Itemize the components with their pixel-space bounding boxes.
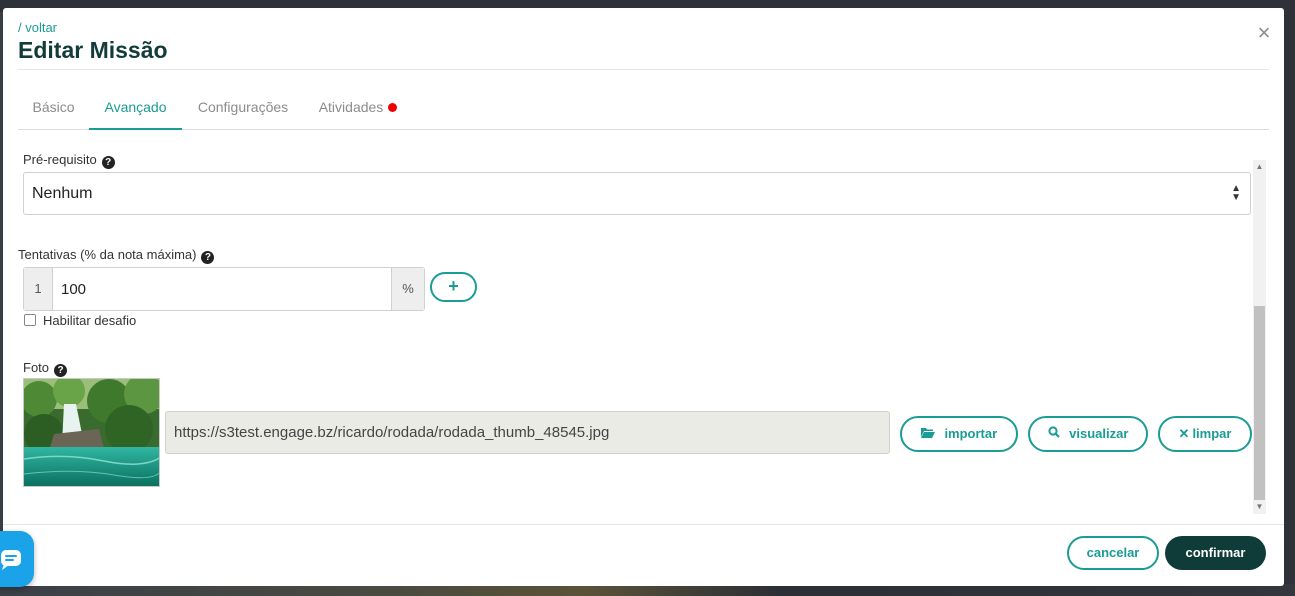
tab-bar: Básico Avançado Configurações Atividades	[18, 88, 1269, 130]
scroll-up-arrow-icon[interactable]: ▲	[1253, 160, 1266, 174]
notification-dot-icon	[388, 103, 398, 112]
footer-divider	[3, 524, 1284, 525]
chat-bubble-icon	[1, 550, 21, 570]
import-label: importar	[944, 426, 998, 441]
header-divider	[18, 69, 1269, 70]
scroll-thumb[interactable]	[1254, 306, 1265, 500]
view-button[interactable]: visualizar	[1028, 416, 1148, 452]
select-arrows-icon: ▲ ▼	[1231, 183, 1241, 203]
content-scrollbar[interactable]: ▲ ▼	[1253, 160, 1266, 514]
prerequisite-label: Pré-requisito?	[23, 152, 115, 169]
edit-mission-modal: / voltar Editar Missão × Básico Avançado…	[3, 8, 1284, 586]
search-icon	[1047, 426, 1064, 441]
attempt-percentage-input[interactable]	[54, 268, 392, 310]
chat-widget[interactable]	[0, 531, 34, 587]
attempts-input-group: 1 %	[23, 267, 425, 311]
photo-label-text: Foto	[23, 360, 50, 375]
challenge-label: Habilitar desafio	[43, 313, 137, 328]
question-circle-icon[interactable]: ?	[201, 251, 215, 264]
times-icon: ✕	[1178, 426, 1190, 441]
prerequisite-select[interactable]: Nenhum ▲ ▼	[23, 172, 1251, 215]
tab-atividades[interactable]: Atividades	[308, 88, 408, 130]
confirm-button[interactable]: confirmar	[1165, 536, 1266, 570]
tab-label: Configurações	[197, 99, 289, 115]
folder-open-icon	[920, 426, 939, 441]
prerequisite-label-text: Pré-requisito	[23, 152, 97, 167]
cancel-button[interactable]: cancelar	[1067, 536, 1159, 570]
tab-configuracoes[interactable]: Configurações	[188, 88, 298, 130]
scroll-down-arrow-icon[interactable]: ▼	[1253, 500, 1266, 514]
view-label: visualizar	[1069, 426, 1129, 441]
attempt-index: 1	[24, 268, 53, 310]
add-attempt-button[interactable]: +	[430, 272, 477, 302]
waterfall-image	[24, 379, 159, 486]
close-icon[interactable]: ×	[1254, 22, 1274, 44]
tab-label: Básico	[32, 99, 75, 115]
challenge-checkbox[interactable]	[24, 314, 36, 326]
attempts-label: Tentativas (% da nota máxima)?	[18, 247, 215, 264]
clear-label: limpar	[1192, 426, 1232, 441]
question-circle-icon[interactable]: ?	[54, 364, 68, 377]
photo-thumbnail[interactable]	[23, 378, 160, 487]
tab-basico[interactable]: Básico	[18, 88, 89, 130]
tab-label: Atividades	[318, 99, 384, 115]
tab-avancado[interactable]: Avançado	[89, 88, 182, 130]
prerequisite-value: Nenhum	[32, 185, 93, 202]
modal-title: Editar Missão	[18, 37, 168, 63]
photo-label: Foto?	[23, 360, 68, 377]
clear-button[interactable]: ✕ limpar	[1158, 416, 1252, 452]
photo-url-field[interactable]: https://s3test.engage.bz/ricardo/rodada/…	[165, 411, 890, 454]
tab-label: Avançado	[104, 99, 167, 115]
advanced-form: Pré-requisito? Nenhum ▲ ▼ Tentativas (% d…	[18, 138, 1269, 508]
import-button[interactable]: importar	[900, 416, 1018, 452]
question-circle-icon[interactable]: ?	[101, 156, 115, 169]
attempts-label-text: Tentativas (% da nota máxima)	[18, 247, 197, 262]
back-link[interactable]: / voltar	[18, 20, 57, 35]
percent-addon: %	[391, 268, 424, 310]
background-right	[1284, 0, 1295, 596]
